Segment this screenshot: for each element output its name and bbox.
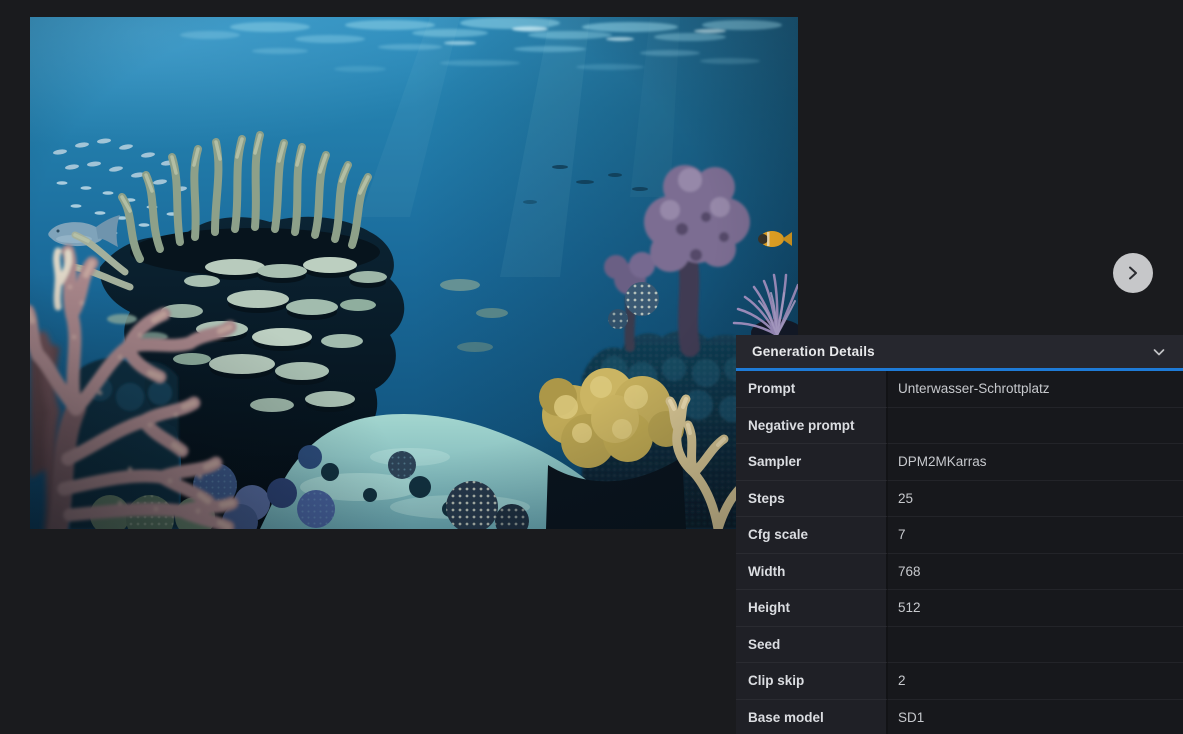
detail-label: Negative prompt bbox=[736, 408, 888, 445]
detail-row-sampler: Sampler DPM2MKarras bbox=[736, 444, 1183, 481]
detail-label: Prompt bbox=[736, 371, 888, 408]
generation-details-header[interactable]: Generation Details bbox=[736, 335, 1183, 371]
detail-row-height: Height 512 bbox=[736, 590, 1183, 627]
detail-value: Unterwasser-Schrottplatz bbox=[888, 371, 1183, 408]
detail-row-seed: Seed bbox=[736, 627, 1183, 664]
detail-label: Cfg scale bbox=[736, 517, 888, 554]
detail-row-prompt: Prompt Unterwasser-Schrottplatz bbox=[736, 371, 1183, 408]
generated-image[interactable] bbox=[30, 17, 798, 529]
coral-reef-image bbox=[30, 17, 798, 529]
detail-value: SD1 bbox=[888, 700, 1183, 734]
detail-value: 25 bbox=[888, 481, 1183, 518]
detail-label: Width bbox=[736, 554, 888, 591]
vignette bbox=[30, 17, 798, 529]
chevron-down-icon[interactable] bbox=[1151, 344, 1167, 360]
detail-value: 2 bbox=[888, 663, 1183, 700]
detail-label: Base model bbox=[736, 700, 888, 734]
detail-row-width: Width 768 bbox=[736, 554, 1183, 591]
detail-label: Clip skip bbox=[736, 663, 888, 700]
generation-details-panel: Generation Details Prompt Unterwasser-Sc… bbox=[736, 335, 1183, 734]
chevron-right-icon bbox=[1125, 265, 1141, 281]
detail-row-steps: Steps 25 bbox=[736, 481, 1183, 518]
panel-title: Generation Details bbox=[752, 344, 875, 359]
detail-row-base-model: Base model SD1 bbox=[736, 700, 1183, 734]
detail-value: 512 bbox=[888, 590, 1183, 627]
detail-row-cfg-scale: Cfg scale 7 bbox=[736, 517, 1183, 554]
next-image-button[interactable] bbox=[1113, 253, 1153, 293]
detail-value bbox=[888, 408, 1183, 445]
detail-label: Steps bbox=[736, 481, 888, 518]
detail-value: DPM2MKarras bbox=[888, 444, 1183, 481]
detail-value bbox=[888, 627, 1183, 664]
detail-label: Height bbox=[736, 590, 888, 627]
detail-value: 7 bbox=[888, 517, 1183, 554]
detail-row-clip-skip: Clip skip 2 bbox=[736, 663, 1183, 700]
detail-label: Sampler bbox=[736, 444, 888, 481]
image-detail-page: { "page": { "background": "#1a1b1e" }, "… bbox=[0, 0, 1183, 734]
detail-row-negative-prompt: Negative prompt bbox=[736, 408, 1183, 445]
detail-label: Seed bbox=[736, 627, 888, 664]
detail-value: 768 bbox=[888, 554, 1183, 591]
